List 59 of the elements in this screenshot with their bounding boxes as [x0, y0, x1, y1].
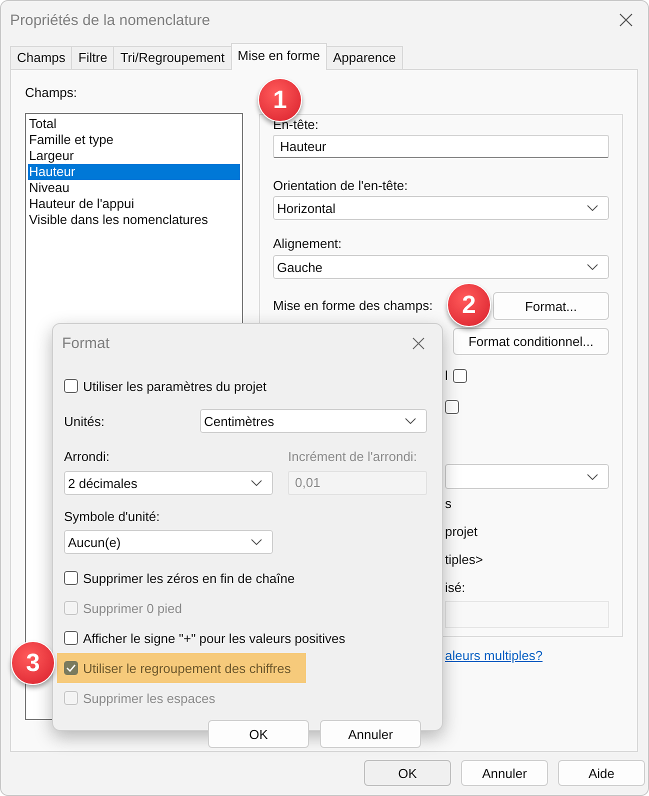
checkbox-label: Supprimer 0 pied: [83, 600, 182, 616]
label-text: projet: [445, 524, 478, 538]
window-title: Propriétés de la nomenclature: [10, 12, 210, 28]
caret-icon: [587, 264, 598, 270]
caret-icon: [405, 418, 416, 424]
checkbox-label: l: [445, 368, 448, 383]
dialog-button[interactable]: OK: [208, 720, 309, 748]
help-link[interactable]: aleurs multiples?: [445, 648, 543, 662]
increment-label: Incrément de l'arrondi:: [288, 448, 418, 466]
dialog-button[interactable]: OK: [364, 760, 451, 786]
checkbox-label: Utiliser les paramètres du projet: [83, 378, 267, 394]
checkbox-label: Supprimer les espaces: [83, 690, 216, 706]
tab[interactable]: Champs: [10, 46, 72, 69]
list-item[interactable]: Famille et type: [28, 132, 240, 148]
close-icon[interactable]: [412, 336, 425, 350]
units-dropdown[interactable]: Centimètres: [200, 409, 427, 433]
alignment-label: Alignement:: [273, 235, 343, 253]
label-text: tiples>: [445, 552, 483, 566]
list-item[interactable]: Niveau: [28, 180, 240, 196]
tab[interactable]: Mise en forme: [230, 43, 327, 70]
rounding-dropdown[interactable]: 2 décimales: [64, 471, 273, 495]
fields-label: Champs:: [25, 84, 78, 102]
orientation-dropdown[interactable]: Horizontal: [273, 196, 609, 220]
field-format-label: Mise en forme des champs:: [273, 297, 433, 315]
caret-icon: [251, 480, 262, 486]
text-field[interactable]: [445, 601, 609, 628]
caret-icon: [587, 205, 598, 211]
dialog-button[interactable]: Aide: [558, 760, 645, 786]
caret-icon: [587, 474, 598, 480]
caret-icon: [251, 539, 262, 545]
unit-symbol-dropdown[interactable]: Aucun(e): [64, 530, 273, 554]
checkbox[interactable]: [452, 368, 467, 382]
dialog-button[interactable]: Annuler: [320, 720, 421, 748]
conditional-format-button[interactable]: Format conditionnel...: [453, 328, 609, 355]
unit-symbol-label: Symbole d'unité:: [64, 508, 161, 526]
label-text: isé:: [445, 580, 466, 594]
list-item[interactable]: Largeur: [28, 148, 240, 164]
checkbox[interactable]: [64, 571, 78, 585]
checkbox[interactable]: [64, 379, 78, 393]
alignment-dropdown[interactable]: Gauche: [273, 255, 609, 279]
heading-field[interactable]: Hauteur: [273, 135, 609, 158]
close-icon[interactable]: [619, 13, 633, 27]
list-item[interactable]: Total: [28, 116, 240, 132]
checkbox[interactable]: [64, 631, 78, 645]
units-label: Unités:: [64, 414, 106, 428]
checkbox-label: Supprimer les zéros en fin de chaîne: [83, 570, 295, 586]
orientation-label: Orientation de l'en-tête:: [273, 177, 409, 195]
tab[interactable]: Apparence: [326, 46, 403, 69]
dialog-title: Format: [62, 334, 110, 352]
checkbox-label: Afficher le signe "+" pour les valeurs positives: [83, 630, 346, 646]
label-text: s: [445, 496, 452, 510]
checkbox[interactable]: [445, 400, 459, 414]
rounding-label: Arrondi:: [64, 448, 111, 466]
list-item[interactable]: Visible dans les nomenclatures: [28, 212, 240, 228]
dialog-button[interactable]: Annuler: [461, 760, 548, 786]
list-item[interactable]: Hauteur de l'appui: [28, 196, 240, 212]
list-item[interactable]: Hauteur: [28, 164, 240, 180]
format-button[interactable]: Format...: [493, 292, 609, 320]
checkbox-label: Utiliser le regroupement des chiffres: [83, 660, 291, 676]
